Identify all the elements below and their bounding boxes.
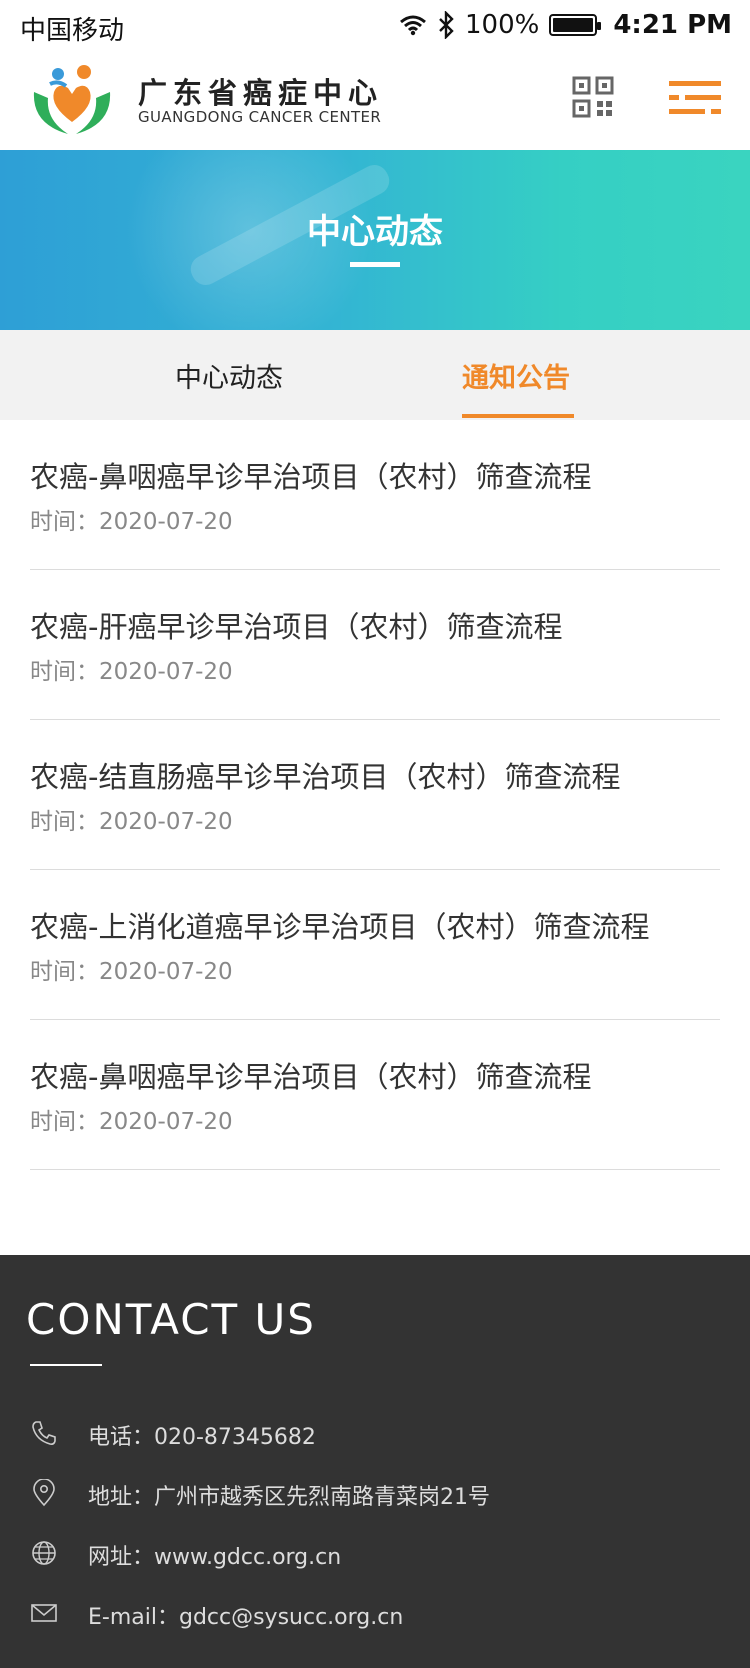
item-title[interactable]: 农癌-结直肠癌早诊早治项目（农村）筛查流程 (30, 754, 620, 796)
list-item[interactable]: 农癌-上消化道癌早诊早治项目（农村）筛查流程 时间：2020-07-20 (30, 870, 720, 1020)
notice-list: 农癌-鼻咽癌早诊早治项目（农村）筛查流程 时间：2020-07-20 农癌-肝癌… (30, 420, 720, 1170)
contact-website: 网址：www.gdcc.org.cn (30, 1535, 730, 1575)
list-item[interactable]: 农癌-鼻咽癌早诊早治项目（农村）筛查流程 时间：2020-07-20 (30, 420, 720, 570)
mail-icon (31, 1604, 57, 1622)
status-bar: 中国移动 100% 4:21 PM (0, 0, 750, 52)
tab-bar: 中心动态 通知公告 (0, 330, 750, 420)
tab-notices[interactable]: 通知公告 (462, 356, 570, 395)
page-banner: 中心动态 (0, 150, 750, 330)
status-indicators: 100% 4:21 PM (399, 8, 732, 42)
banner-underline (350, 262, 400, 267)
bluetooth-icon (439, 11, 454, 39)
address-text: 地址：广州市越秀区先烈南路青菜岗21号 (88, 1485, 490, 1510)
brand-name-cn: 广东省癌症中心 (138, 76, 384, 110)
footer-title: CONTACT US (26, 1295, 316, 1344)
status-time: 4:21 PM (613, 10, 732, 40)
item-title[interactable]: 农癌-上消化道癌早诊早治项目（农村）筛查流程 (30, 904, 649, 946)
qr-code-icon[interactable] (572, 76, 614, 118)
item-time: 时间：2020-07-20 (30, 959, 233, 985)
banner-title: 中心动态 (307, 212, 443, 252)
list-item[interactable]: 农癌-鼻咽癌早诊早治项目（农村）筛查流程 时间：2020-07-20 (30, 1020, 720, 1170)
item-title[interactable]: 农癌-肝癌早诊早治项目（农村）筛查流程 (30, 604, 562, 646)
email-text[interactable]: E-mail：gdcc@sysucc.org.cn (88, 1599, 403, 1631)
battery-percent: 100% (465, 10, 540, 40)
active-tab-indicator (462, 414, 574, 418)
contact-footer: CONTACT US 电话：020-87345682 地址：广州市越秀区先烈南路… (0, 1255, 750, 1668)
wifi-icon (400, 15, 426, 36)
list-item[interactable]: 农癌-肝癌早诊早治项目（农村）筛查流程 时间：2020-07-20 (30, 570, 720, 720)
contact-email: E-mail：gdcc@sysucc.org.cn (30, 1595, 730, 1635)
gdcc-logo-icon[interactable] (28, 62, 116, 138)
item-title[interactable]: 农癌-鼻咽癌早诊早治项目（农村）筛查流程 (30, 1054, 591, 1096)
tab-center-news[interactable]: 中心动态 (175, 356, 283, 395)
list-item[interactable]: 农癌-结直肠癌早诊早治项目（农村）筛查流程 时间：2020-07-20 (30, 720, 720, 870)
item-time: 时间：2020-07-20 (30, 809, 233, 835)
item-time: 时间：2020-07-20 (30, 659, 233, 685)
item-time: 时间：2020-07-20 (30, 1109, 233, 1135)
site-header: 广东省癌症中心 GUANGDONG CANCER CENTER (0, 52, 750, 150)
phone-icon (32, 1421, 56, 1445)
hamburger-menu-icon[interactable] (669, 79, 721, 117)
location-pin-icon (33, 1479, 55, 1507)
item-title[interactable]: 农癌-鼻咽癌早诊早治项目（农村）筛查流程 (30, 454, 591, 496)
item-time: 时间：2020-07-20 (30, 509, 233, 535)
phone-text[interactable]: 电话：020-87345682 (88, 1419, 316, 1451)
globe-icon (32, 1541, 56, 1565)
brand-name-en: GUANGDONG CANCER CENTER (138, 108, 382, 126)
contact-phone: 电话：020-87345682 (30, 1415, 730, 1455)
contact-address: 地址：广州市越秀区先烈南路青菜岗21号 (30, 1475, 730, 1515)
carrier-name: 中国移动 (20, 16, 125, 46)
website-text[interactable]: 网址：www.gdcc.org.cn (88, 1539, 341, 1571)
footer-divider (30, 1364, 102, 1366)
battery-icon (549, 14, 602, 36)
